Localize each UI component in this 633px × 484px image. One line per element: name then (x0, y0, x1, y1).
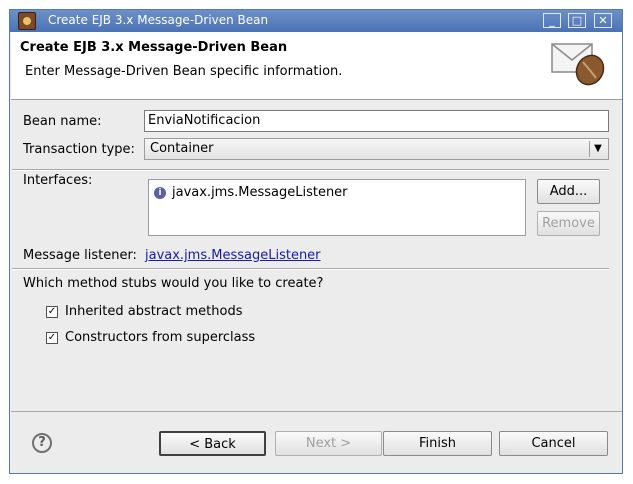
envelope-bean-icon (551, 43, 605, 86)
inherited-abstract-methods-checkbox[interactable]: ✓ Inherited abstract methods (46, 304, 243, 319)
footer-separator (11, 411, 622, 412)
interfaces-list[interactable]: i javax.jms.MessageListener (148, 179, 526, 236)
check-icon[interactable]: ✓ (46, 305, 58, 318)
close-button[interactable]: ✕ (594, 13, 612, 28)
maximize-button[interactable]: □ (568, 13, 586, 28)
help-icon[interactable]: ? (32, 433, 52, 453)
separator (12, 268, 609, 270)
next-button[interactable]: Next > (275, 431, 382, 456)
remove-interface-button[interactable]: Remove (537, 211, 600, 236)
cancel-button[interactable]: Cancel (499, 431, 608, 456)
header-description: Enter Message-Driven Bean specific infor… (25, 64, 343, 79)
back-button[interactable]: < Back (159, 431, 266, 456)
chevron-down-icon[interactable]: ▼ (589, 141, 606, 157)
title-bar[interactable]: Create EJB 3.x Message-Driven Bean _ □ ✕ (10, 10, 622, 32)
finish-button[interactable]: Finish (383, 431, 492, 456)
check-icon[interactable]: ✓ (46, 331, 58, 344)
constructors-from-superclass-label: Constructors from superclass (65, 330, 256, 345)
window-title: Create EJB 3.x Message-Driven Bean (48, 13, 269, 27)
transaction-type-value: Container (150, 141, 214, 156)
separator (12, 169, 609, 171)
constructors-from-superclass-checkbox[interactable]: ✓ Constructors from superclass (46, 330, 255, 345)
bean-name-input[interactable]: EnviaNotificacion (144, 110, 609, 132)
interface-name: javax.jms.MessageListener (172, 185, 348, 200)
header-title: Create EJB 3.x Message-Driven Bean (20, 40, 288, 55)
list-item[interactable]: i javax.jms.MessageListener (154, 185, 348, 200)
add-interface-button[interactable]: Add... (537, 179, 600, 204)
message-listener-link[interactable]: javax.jms.MessageListener (145, 248, 321, 263)
app-icon (18, 12, 36, 30)
transaction-type-label: Transaction type: (23, 142, 135, 157)
bean-name-label: Bean name: (23, 114, 102, 129)
interface-icon: i (154, 186, 166, 199)
transaction-type-select[interactable]: Container ▼ (144, 138, 609, 160)
inherited-abstract-methods-label: Inherited abstract methods (65, 304, 243, 319)
interfaces-label: Interfaces: (23, 173, 93, 188)
wizard-header: Create EJB 3.x Message-Driven Bean Enter… (11, 32, 622, 100)
dialog-window: Create EJB 3.x Message-Driven Bean _ □ ✕… (9, 9, 623, 474)
message-listener-label: Message listener: (23, 248, 137, 263)
minimize-button[interactable]: _ (543, 13, 561, 28)
stubs-question: Which method stubs would you like to cre… (23, 276, 324, 291)
